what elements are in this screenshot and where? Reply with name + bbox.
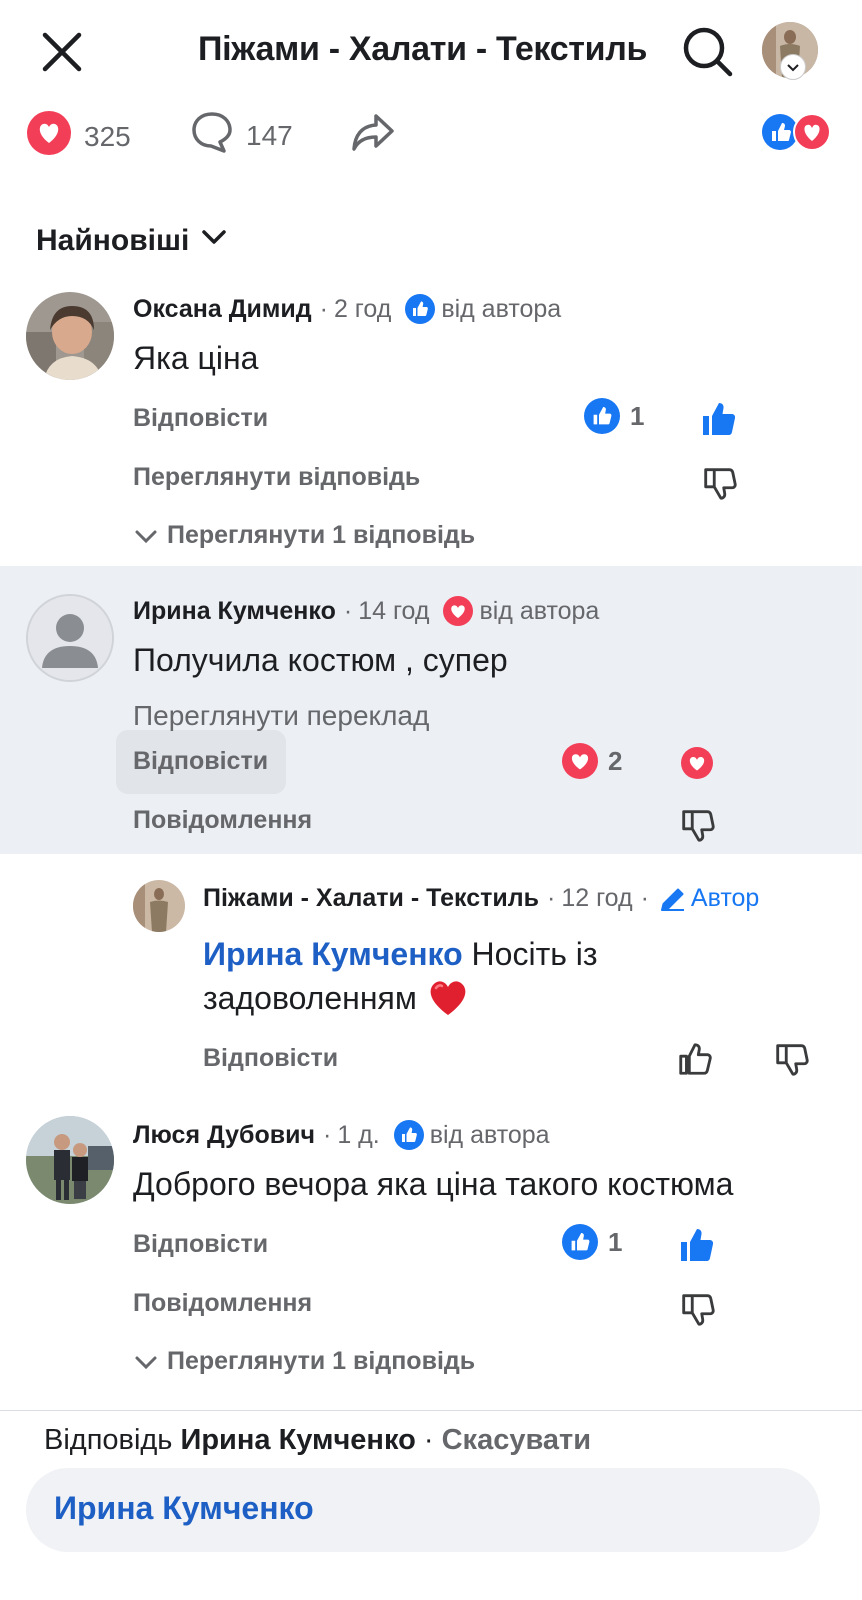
separator: ·	[319, 294, 328, 323]
reply-meta: Піжами - Халати - Текстиль · 12 год · Ав…	[203, 884, 759, 913]
dislike-icon[interactable]	[698, 462, 740, 504]
comment-text: Доброго вечора яка ціна такого костюма	[133, 1166, 734, 1202]
dislike-icon[interactable]	[676, 804, 718, 846]
comment-time[interactable]: 14 год	[358, 597, 429, 626]
reply-prefix: Відповідь	[44, 1424, 173, 1456]
like-filled-icon[interactable]	[698, 398, 740, 440]
author-badge: Автор	[659, 884, 759, 913]
mention-link[interactable]: Ирина Кумченко	[203, 936, 463, 972]
dislike-icon[interactable]	[770, 1038, 812, 1080]
heart-emoji	[426, 980, 470, 1016]
chevron-down-icon[interactable]	[780, 54, 806, 80]
reaction-count-value: 2	[608, 745, 623, 776]
reply-item: Піжами - Халати - Текстиль · 12 год · Ав…	[0, 878, 862, 1088]
reply-text-part1: Носіть із	[471, 936, 598, 972]
comment-author[interactable]: Люся Дубович	[133, 1121, 315, 1150]
dislike-icon[interactable]	[676, 1288, 718, 1330]
comment-author[interactable]: Оксана Димид	[133, 295, 312, 324]
comment-composer[interactable]	[26, 1468, 820, 1552]
separator: ·	[547, 884, 556, 912]
view-replies-label: Переглянути 1 відповідь	[167, 1347, 476, 1375]
reply-target-name: Ирина Кумченко	[180, 1424, 416, 1456]
love-reaction-icon	[26, 110, 72, 163]
like-reaction-icon	[562, 1224, 598, 1260]
like-reaction-icon	[393, 1120, 424, 1150]
header-bar: Піжами - Халати - Текстиль	[0, 0, 862, 100]
comment-meta: Ирина Кумченко · 14 год від автора	[133, 596, 599, 626]
reaction-count[interactable]: 2	[562, 743, 622, 779]
comment-time[interactable]: 2 год	[334, 295, 391, 324]
like-icon[interactable]	[674, 1038, 716, 1080]
reaction-count-value: 1	[630, 400, 645, 431]
search-icon[interactable]	[680, 24, 736, 80]
cancel-reply-button[interactable]: Скасувати	[442, 1424, 591, 1456]
separator: ·	[322, 1120, 332, 1149]
comment-item: Люся Дубович · 1 д. від автора Доброго в…	[0, 1116, 862, 1386]
comment-time[interactable]: 1 д.	[337, 1121, 379, 1150]
comment-icon	[190, 110, 234, 161]
comment-item: Ирина Кумченко · 14 год від автора Получ…	[0, 592, 862, 852]
like-reaction-icon	[405, 294, 436, 324]
by-author-label: від автора	[479, 596, 600, 625]
reaction-count-value: 1	[608, 1226, 623, 1257]
reply-button[interactable]: Відповісти	[133, 404, 268, 433]
see-translation-link[interactable]: Переглянути переклад	[133, 700, 429, 732]
message-button[interactable]: Повідомлення	[133, 806, 312, 835]
reply-button[interactable]: Відповісти	[133, 747, 268, 776]
pencil-icon	[660, 888, 684, 911]
avatar[interactable]	[133, 880, 185, 932]
chevron-down-icon	[135, 530, 157, 543]
love-reaction-icon	[562, 743, 598, 779]
avatar[interactable]	[26, 1116, 114, 1204]
love-filled-icon[interactable]	[680, 746, 714, 780]
divider	[0, 1410, 862, 1411]
post-stats: 325 147	[0, 100, 862, 164]
chevron-down-icon	[199, 222, 229, 260]
comment-item: Оксана Димид · 2 год від автора Яка ціна…	[0, 290, 862, 560]
reply-button[interactable]: Відповісти	[133, 1230, 268, 1259]
comment-text: Получила костюм , супер	[133, 642, 508, 678]
reactions-summary[interactable]	[762, 112, 834, 152]
comment-text: Яка ціна	[133, 340, 259, 376]
chevron-down-icon	[135, 1356, 157, 1369]
by-author-label: від автора	[441, 294, 562, 323]
reply-author[interactable]: Піжами - Халати - Текстиль	[203, 884, 539, 913]
reactions-stat[interactable]: 325	[26, 110, 131, 163]
message-button[interactable]: Повідомлення	[133, 1289, 312, 1318]
comment-author[interactable]: Ирина Кумченко	[133, 597, 336, 626]
reply-time[interactable]: 12 год	[561, 884, 632, 913]
sort-label: Найновіші	[36, 224, 190, 257]
comment-input[interactable]	[54, 1490, 794, 1527]
share-icon[interactable]	[350, 110, 396, 154]
like-reaction-icon	[584, 398, 620, 434]
separator: ·	[640, 884, 649, 912]
replying-to-bar: Відповідь Ирина Кумченко · Скасувати	[44, 1424, 591, 1457]
author-badge-label: Автор	[690, 884, 760, 912]
like-filled-icon[interactable]	[676, 1224, 718, 1266]
reply-button[interactable]: Відповісти	[203, 1044, 338, 1073]
reply-text: Ирина Кумченко Носіть із задоволенням	[203, 932, 723, 1020]
sort-dropdown[interactable]: Найновіші	[36, 222, 229, 260]
comment-meta: Оксана Димид · 2 год від автора	[133, 294, 561, 324]
separator: ·	[423, 1424, 434, 1456]
reactions-count: 325	[84, 120, 131, 152]
view-replies-button[interactable]: Переглянути 1 відповідь	[133, 521, 475, 550]
love-reaction-icon	[443, 596, 474, 626]
view-replies-label: Переглянути 1 відповідь	[167, 521, 476, 549]
reaction-count[interactable]: 1	[584, 398, 644, 434]
view-reply-button[interactable]: Переглянути відповідь	[133, 463, 420, 492]
comments-stat[interactable]: 147	[190, 110, 293, 161]
separator: ·	[343, 596, 353, 625]
reaction-count[interactable]: 1	[562, 1224, 622, 1260]
avatar[interactable]	[26, 292, 114, 380]
close-icon[interactable]	[36, 26, 88, 78]
avatar[interactable]	[26, 594, 114, 682]
reply-text-part2: задоволенням	[203, 980, 417, 1016]
comments-count: 147	[246, 119, 293, 151]
comment-meta: Люся Дубович · 1 д. від автора	[133, 1120, 550, 1150]
page-title: Піжами - Халати - Текстиль	[198, 30, 648, 68]
view-replies-button[interactable]: Переглянути 1 відповідь	[133, 1347, 475, 1376]
by-author-label: від автора	[429, 1120, 550, 1149]
